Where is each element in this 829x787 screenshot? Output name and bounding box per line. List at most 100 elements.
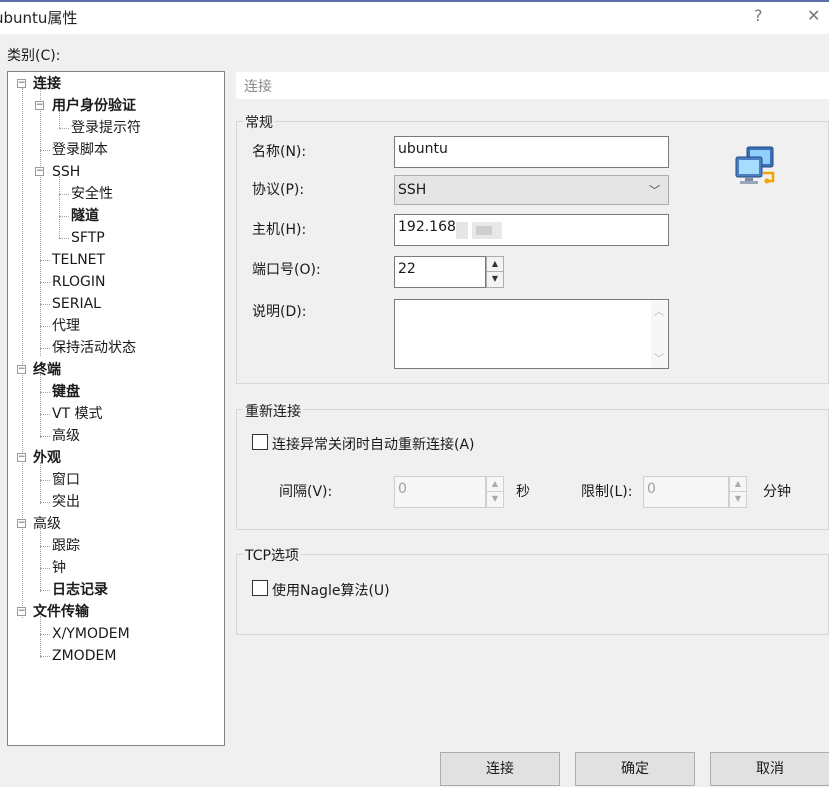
port-label: 端口号(O): [252,262,321,278]
tree-line [40,502,50,503]
tree-item[interactable]: 钟 [52,557,66,579]
tree-line [22,88,23,618]
name-label: 名称(N): [252,144,307,160]
limit-label: 限制(L): [581,484,633,500]
name-input[interactable]: ubuntu [394,136,669,168]
tree-item[interactable]: X/YMODEM [52,623,130,645]
tree-item[interactable]: RLOGIN [52,271,106,293]
tcp-group-title: TCP选项 [243,545,301,565]
title-bar: ubuntu属性 ? ✕ [0,0,829,34]
host-label: 主机(H): [252,222,307,238]
tree-item[interactable]: SERIAL [52,293,101,315]
tree-item[interactable]: 突出 [52,491,80,513]
help-button[interactable]: ? [754,6,763,25]
panel-header: 连接 [236,72,829,99]
tree-item[interactable]: 连接 [33,73,61,95]
description-input[interactable]: ︿ ﹀ [394,299,669,369]
tree-line [59,176,60,238]
tree-item[interactable]: 高级 [52,425,80,447]
ok-button[interactable]: 确定 [575,752,695,786]
tree-collapse-icon[interactable]: − [17,519,26,528]
category-tree[interactable]: − 连接 − 用户身份验证 登录提示符 登录脚本 − SSH 安全性 隧道 SFTP TELNET RL… [7,71,225,746]
tree-line [59,216,69,217]
tree-item[interactable]: 跟踪 [52,535,80,557]
tree-line [40,150,50,151]
nagle-label: 使用Nagle算法(U) [272,583,390,599]
tree-line [40,656,50,657]
tree-item[interactable]: 保持活动状态 [52,337,136,359]
tree-item[interactable]: 登录提示符 [71,117,141,139]
tree-line [40,528,41,592]
tree-item[interactable]: 键盘 [52,381,80,403]
tree-item[interactable]: 安全性 [71,183,113,205]
tree-line [40,304,50,305]
tree-item[interactable]: SFTP [71,227,105,249]
tree-line [59,194,69,195]
tree-line [40,392,50,393]
tree-item[interactable]: 高级 [33,513,61,535]
tree-line [40,634,50,635]
tree-item[interactable]: 隧道 [71,205,99,227]
limit-spinner[interactable]: ▲ ▼ [729,476,747,508]
tree-line [40,568,50,569]
interval-spinner[interactable]: ▲ ▼ [486,476,504,508]
cancel-button[interactable]: 取消 [710,752,829,786]
tree-collapse-icon[interactable]: − [35,101,44,110]
close-button[interactable]: ✕ [807,6,820,25]
connect-button[interactable]: 连接 [440,752,560,786]
spin-down-icon[interactable]: ▼ [487,272,503,287]
tree-item[interactable]: 日志记录 [52,579,108,601]
limit-input[interactable]: 0 [643,476,729,508]
tree-line [40,282,50,283]
description-label: 说明(D): [252,304,307,320]
tree-item[interactable]: VT 模式 [52,403,103,425]
description-scrollbar[interactable]: ︿ ﹀ [651,300,668,368]
tree-item[interactable]: 登录脚本 [52,139,108,161]
tree-item[interactable]: 外观 [33,447,61,469]
reconnect-group-title: 重新连接 [243,401,303,421]
spin-down-icon[interactable]: ▼ [487,492,503,507]
tree-collapse-icon[interactable]: − [17,453,26,462]
tree-line [40,260,50,261]
tree-item[interactable]: 用户身份验证 [52,95,136,117]
tree-line [59,238,69,239]
auto-reconnect-checkbox[interactable] [252,434,268,450]
tree-collapse-icon[interactable]: − [17,365,26,374]
spin-up-icon[interactable]: ▲ [487,477,503,492]
tree-item[interactable]: ZMODEM [52,645,116,667]
tree-item[interactable]: 文件传输 [33,601,89,623]
interval-label: 间隔(V): [279,484,333,500]
port-input[interactable]: 22 [394,256,486,288]
protocol-select-value: SSH [398,182,427,198]
tree-collapse-icon[interactable]: − [35,167,44,176]
scroll-up-icon[interactable]: ︿ [654,303,664,318]
network-computers-icon [735,146,775,184]
spin-up-icon[interactable]: ▲ [730,477,746,492]
chevron-down-icon: ﹀ [649,184,660,197]
spin-up-icon[interactable]: ▲ [487,257,503,272]
protocol-select[interactable]: SSH ﹀ [394,175,669,205]
tree-item[interactable]: SSH [52,161,80,183]
spin-down-icon[interactable]: ▼ [730,492,746,507]
scroll-down-icon[interactable]: ﹀ [654,350,664,365]
tree-line [40,88,41,356]
host-input[interactable]: 192.168 [394,214,669,246]
panel-header-title: 连接 [244,79,272,95]
protocol-label: 协议(P): [252,182,305,198]
tree-line [40,326,50,327]
redaction-mask [476,226,492,235]
port-spinner[interactable]: ▲ ▼ [486,256,504,288]
tree-item[interactable]: 窗口 [52,469,80,491]
auto-reconnect-label: 连接异常关闭时自动重新连接(A) [272,437,475,453]
tree-collapse-icon[interactable]: − [17,607,26,616]
tree-item[interactable]: TELNET [52,249,105,271]
tree-line [40,348,50,349]
limit-unit: 分钟 [763,484,791,500]
nagle-checkbox[interactable] [252,580,268,596]
interval-input[interactable]: 0 [394,476,486,508]
interval-unit: 秒 [516,484,530,500]
tree-collapse-icon[interactable]: − [17,79,26,88]
tree-item[interactable]: 代理 [52,315,80,337]
host-input-value: 192.168 [398,219,456,235]
tree-item[interactable]: 终端 [33,359,61,381]
